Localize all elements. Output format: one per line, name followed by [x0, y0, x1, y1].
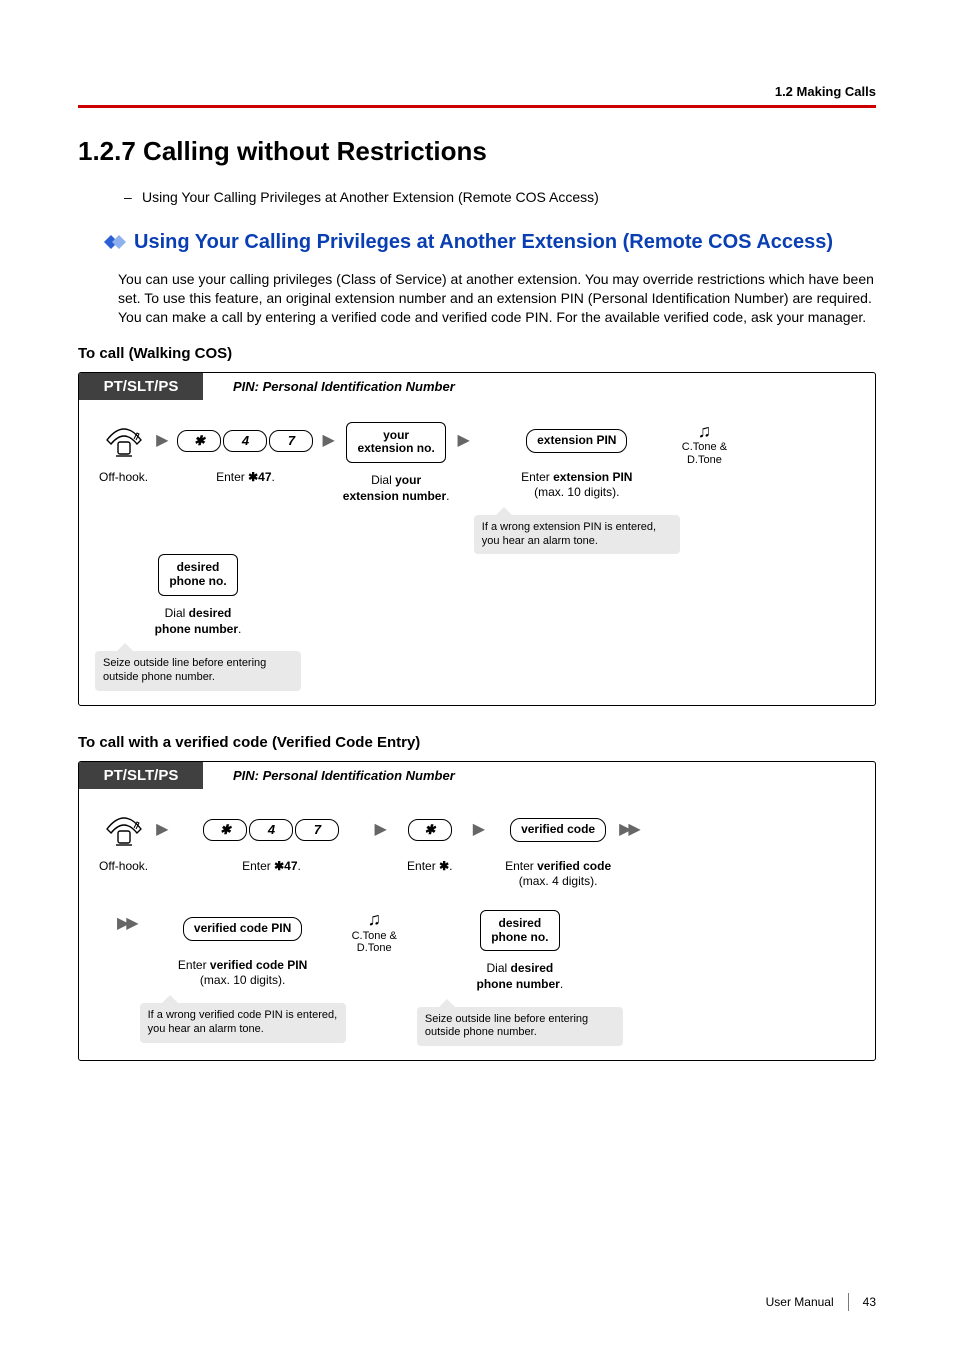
footer-separator — [848, 1293, 849, 1311]
phone-icon — [104, 811, 144, 849]
arrow-icon: ▶ — [156, 422, 168, 460]
key-4: 4 — [249, 819, 293, 841]
extension-pin-pill: extension PIN — [526, 429, 627, 453]
device-tab: PT/SLT/PS — [79, 762, 203, 789]
step-tone: ♫ C.Tone & D.Tone — [352, 910, 397, 954]
key-star: ✱ — [408, 819, 452, 841]
desired-phone-pill: desiredphone no. — [480, 910, 559, 952]
caption-star: Enter ✱. — [407, 859, 452, 875]
tone-line2: D.Tone — [357, 942, 392, 954]
key-4: 4 — [223, 430, 267, 452]
subsection-paragraph: You can use your calling privileges (Cla… — [118, 270, 876, 327]
section-heading: 1.2.7 Calling without Restrictions — [78, 136, 876, 167]
caption-verified-pin: Enter verified code PIN(max. 10 digits). — [178, 958, 307, 989]
hint-wrong-vpin: If a wrong verified code PIN is entered,… — [140, 1003, 346, 1043]
tone-line1: C.Tone & — [352, 930, 397, 942]
header-rule — [78, 105, 876, 108]
pin-note: PIN: Personal Identification Number — [233, 379, 455, 394]
tone-line2: D.Tone — [687, 454, 722, 466]
step-offhook: Off-hook. — [99, 811, 148, 875]
continuation-arrow-icon: ▶▶ — [117, 910, 136, 938]
procedure1-box: PT/SLT/PS PIN: Personal Identification N… — [78, 372, 876, 706]
caption-star47: Enter ✱47. — [216, 470, 275, 486]
step-desired: desiredphone no. Dial desiredphone numbe… — [95, 554, 301, 690]
step-star47: ✱ 4 7 Enter ✱47. — [176, 422, 314, 486]
page-footer: User Manual 43 — [766, 1293, 876, 1311]
step-ext-pin: extension PIN Enter extension PIN(max. 1… — [474, 422, 680, 555]
step-star: ✱ Enter ✱. — [407, 811, 453, 875]
phone-icon — [104, 422, 144, 460]
caption-offhook: Off-hook. — [99, 470, 148, 486]
diamond-icon — [104, 235, 130, 249]
continuation-arrow-icon: ▶▶ — [619, 811, 638, 849]
bullet-text: Using Your Calling Privileges at Another… — [142, 189, 599, 205]
procedure1-flow: Off-hook. ▶ ✱ 4 7 Enter ✱47. ▶ yourexten… — [79, 400, 875, 691]
page: 1.2 Making Calls 1.2.7 Calling without R… — [0, 0, 954, 1351]
arrow-icon: ▶ — [473, 811, 485, 849]
your-extension-pill: yourextension no. — [346, 422, 445, 464]
key-7: 7 — [295, 819, 339, 841]
procedure1-heading: To call (Walking COS) — [78, 345, 876, 362]
section-bullet: –Using Your Calling Privileges at Anothe… — [124, 189, 876, 205]
procedure2-banner: PT/SLT/PS PIN: Personal Identification N… — [79, 762, 875, 789]
tone-icon: ♫ — [367, 910, 381, 930]
step-verified-code: verified code Enter verified code(max. 4… — [505, 811, 611, 890]
caption-ext-pin: Enter extension PIN(max. 10 digits). — [521, 470, 632, 501]
footer-page-number: 43 — [863, 1295, 876, 1309]
arrow-icon: ▶ — [322, 422, 334, 460]
footer-manual: User Manual — [766, 1295, 834, 1309]
caption-offhook: Off-hook. — [99, 859, 148, 875]
caption-verified-code: Enter verified code(max. 4 digits). — [505, 859, 611, 890]
caption-star47: Enter ✱47. — [242, 859, 301, 875]
key-star: ✱ — [177, 430, 221, 452]
tone-line1: C.Tone & — [682, 441, 727, 453]
hint-seize-line: Seize outside line before entering outsi… — [95, 651, 301, 691]
tone-icon: ♫ — [698, 422, 712, 442]
step-verified-pin: verified code PIN Enter verified code PI… — [140, 910, 346, 1043]
procedure2-heading: To call with a verified code (Verified C… — [78, 734, 876, 751]
procedure1-banner: PT/SLT/PS PIN: Personal Identification N… — [79, 373, 875, 400]
breadcrumb: 1.2 Making Calls — [78, 84, 876, 99]
step-star47: ✱ 4 7 Enter ✱47. — [202, 811, 340, 875]
subsection-heading: Using Your Calling Privileges at Another… — [104, 229, 876, 256]
desired-phone-pill: desiredphone no. — [158, 554, 237, 596]
arrow-icon: ▶ — [374, 811, 386, 849]
pin-note: PIN: Personal Identification Number — [233, 768, 455, 783]
arrow-icon: ▶ — [156, 811, 168, 849]
device-tab: PT/SLT/PS — [79, 373, 203, 400]
caption-desired: Dial desiredphone number. — [477, 961, 564, 992]
hint-wrong-pin: If a wrong extension PIN is entered, you… — [474, 515, 680, 555]
subsection-title-text: Using Your Calling Privileges at Another… — [134, 231, 833, 253]
verified-code-pin-pill: verified code PIN — [183, 917, 302, 941]
step-offhook: Off-hook. — [99, 422, 148, 486]
caption-your-ext: Dial yourextension number. — [343, 473, 450, 504]
caption-desired: Dial desiredphone number. — [155, 606, 242, 637]
key-star: ✱ — [203, 819, 247, 841]
procedure2-box: PT/SLT/PS PIN: Personal Identification N… — [78, 761, 876, 1061]
step-your-ext: yourextension no. Dial yourextension num… — [343, 422, 450, 505]
procedure2-flow-line1: Off-hook. ▶ ✱ 4 7 Enter ✱47. ▶ ✱ — [79, 789, 875, 904]
verified-code-pill: verified code — [510, 818, 606, 842]
arrow-icon: ▶ — [457, 422, 469, 460]
procedure2-flow-line2: ▶▶ verified code PIN Enter verified code… — [79, 904, 875, 1046]
hint-seize-line: Seize outside line before entering outsi… — [417, 1007, 623, 1047]
key-7: 7 — [269, 430, 313, 452]
step-tone: ♫ C.Tone & D.Tone — [682, 422, 727, 466]
step-desired: desiredphone no. Dial desiredphone numbe… — [417, 910, 623, 1046]
